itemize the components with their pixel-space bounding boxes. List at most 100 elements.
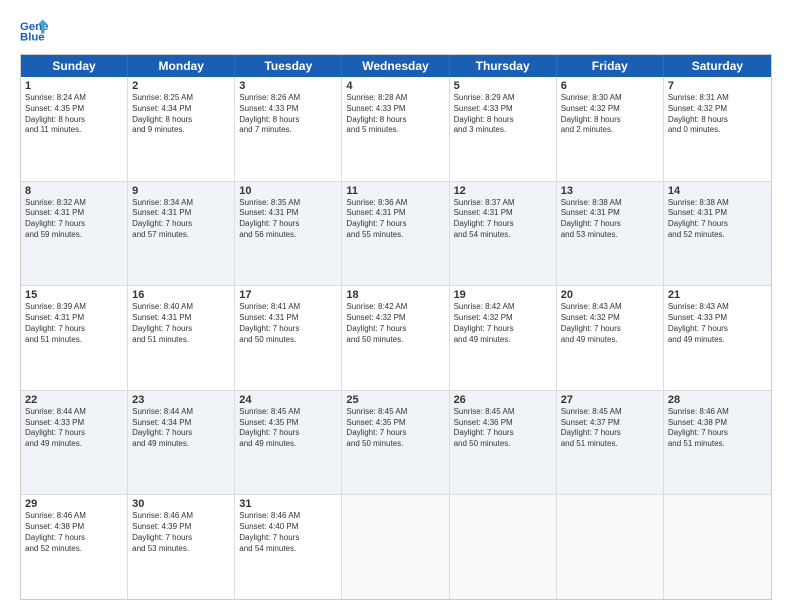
day-details: Sunrise: 8:43 AM Sunset: 4:32 PM Dayligh… — [561, 302, 659, 345]
day-number: 21 — [668, 289, 767, 301]
calendar-cell: 13Sunrise: 8:38 AM Sunset: 4:31 PM Dayli… — [557, 182, 664, 286]
day-details: Sunrise: 8:42 AM Sunset: 4:32 PM Dayligh… — [346, 302, 444, 345]
day-number: 9 — [132, 185, 230, 197]
day-number: 16 — [132, 289, 230, 301]
calendar-cell: 20Sunrise: 8:43 AM Sunset: 4:32 PM Dayli… — [557, 286, 664, 390]
day-details: Sunrise: 8:40 AM Sunset: 4:31 PM Dayligh… — [132, 302, 230, 345]
calendar-cell: 14Sunrise: 8:38 AM Sunset: 4:31 PM Dayli… — [664, 182, 771, 286]
day-details: Sunrise: 8:46 AM Sunset: 4:38 PM Dayligh… — [668, 407, 767, 450]
day-number: 28 — [668, 394, 767, 406]
day-details: Sunrise: 8:46 AM Sunset: 4:39 PM Dayligh… — [132, 511, 230, 554]
calendar-cell: 6Sunrise: 8:30 AM Sunset: 4:32 PM Daylig… — [557, 77, 664, 181]
header-cell-saturday: Saturday — [664, 55, 771, 77]
day-details: Sunrise: 8:38 AM Sunset: 4:31 PM Dayligh… — [561, 198, 659, 241]
day-number: 24 — [239, 394, 337, 406]
day-number: 26 — [454, 394, 552, 406]
day-details: Sunrise: 8:44 AM Sunset: 4:34 PM Dayligh… — [132, 407, 230, 450]
calendar-cell: 26Sunrise: 8:45 AM Sunset: 4:36 PM Dayli… — [450, 391, 557, 495]
calendar-cell: 28Sunrise: 8:46 AM Sunset: 4:38 PM Dayli… — [664, 391, 771, 495]
calendar-cell: 9Sunrise: 8:34 AM Sunset: 4:31 PM Daylig… — [128, 182, 235, 286]
day-details: Sunrise: 8:31 AM Sunset: 4:32 PM Dayligh… — [668, 93, 767, 136]
day-details: Sunrise: 8:26 AM Sunset: 4:33 PM Dayligh… — [239, 93, 337, 136]
header-cell-sunday: Sunday — [21, 55, 128, 77]
day-number: 30 — [132, 498, 230, 510]
page: General Blue SundayMondayTuesdayWednesda… — [0, 0, 792, 612]
day-details: Sunrise: 8:45 AM Sunset: 4:36 PM Dayligh… — [454, 407, 552, 450]
day-number: 22 — [25, 394, 123, 406]
day-details: Sunrise: 8:25 AM Sunset: 4:34 PM Dayligh… — [132, 93, 230, 136]
calendar-cell: 7Sunrise: 8:31 AM Sunset: 4:32 PM Daylig… — [664, 77, 771, 181]
calendar-cell: 27Sunrise: 8:45 AM Sunset: 4:37 PM Dayli… — [557, 391, 664, 495]
day-number: 18 — [346, 289, 444, 301]
calendar-cell — [557, 495, 664, 599]
calendar-row: 22Sunrise: 8:44 AM Sunset: 4:33 PM Dayli… — [21, 391, 771, 496]
day-number: 15 — [25, 289, 123, 301]
day-number: 4 — [346, 80, 444, 92]
header-cell-monday: Monday — [128, 55, 235, 77]
day-details: Sunrise: 8:43 AM Sunset: 4:33 PM Dayligh… — [668, 302, 767, 345]
day-number: 11 — [346, 185, 444, 197]
calendar-cell: 5Sunrise: 8:29 AM Sunset: 4:33 PM Daylig… — [450, 77, 557, 181]
header-cell-tuesday: Tuesday — [235, 55, 342, 77]
calendar-cell: 17Sunrise: 8:41 AM Sunset: 4:31 PM Dayli… — [235, 286, 342, 390]
calendar-cell: 30Sunrise: 8:46 AM Sunset: 4:39 PM Dayli… — [128, 495, 235, 599]
day-number: 19 — [454, 289, 552, 301]
day-details: Sunrise: 8:37 AM Sunset: 4:31 PM Dayligh… — [454, 198, 552, 241]
day-details: Sunrise: 8:42 AM Sunset: 4:32 PM Dayligh… — [454, 302, 552, 345]
day-details: Sunrise: 8:28 AM Sunset: 4:33 PM Dayligh… — [346, 93, 444, 136]
day-number: 23 — [132, 394, 230, 406]
calendar-cell: 24Sunrise: 8:45 AM Sunset: 4:35 PM Dayli… — [235, 391, 342, 495]
day-number: 5 — [454, 80, 552, 92]
calendar-row: 15Sunrise: 8:39 AM Sunset: 4:31 PM Dayli… — [21, 286, 771, 391]
calendar-header: SundayMondayTuesdayWednesdayThursdayFrid… — [21, 55, 771, 77]
logo-icon: General Blue — [20, 16, 48, 44]
day-details: Sunrise: 8:46 AM Sunset: 4:40 PM Dayligh… — [239, 511, 337, 554]
calendar-cell: 15Sunrise: 8:39 AM Sunset: 4:31 PM Dayli… — [21, 286, 128, 390]
calendar-row: 1Sunrise: 8:24 AM Sunset: 4:35 PM Daylig… — [21, 77, 771, 182]
day-number: 31 — [239, 498, 337, 510]
logo: General Blue — [20, 16, 54, 44]
svg-text:Blue: Blue — [20, 32, 45, 44]
day-number: 10 — [239, 185, 337, 197]
day-details: Sunrise: 8:45 AM Sunset: 4:35 PM Dayligh… — [239, 407, 337, 450]
calendar-cell — [450, 495, 557, 599]
day-details: Sunrise: 8:32 AM Sunset: 4:31 PM Dayligh… — [25, 198, 123, 241]
day-number: 6 — [561, 80, 659, 92]
calendar-cell: 22Sunrise: 8:44 AM Sunset: 4:33 PM Dayli… — [21, 391, 128, 495]
day-number: 25 — [346, 394, 444, 406]
day-details: Sunrise: 8:35 AM Sunset: 4:31 PM Dayligh… — [239, 198, 337, 241]
day-details: Sunrise: 8:24 AM Sunset: 4:35 PM Dayligh… — [25, 93, 123, 136]
calendar-cell: 25Sunrise: 8:45 AM Sunset: 4:35 PM Dayli… — [342, 391, 449, 495]
day-number: 20 — [561, 289, 659, 301]
calendar-cell: 29Sunrise: 8:46 AM Sunset: 4:38 PM Dayli… — [21, 495, 128, 599]
day-details: Sunrise: 8:44 AM Sunset: 4:33 PM Dayligh… — [25, 407, 123, 450]
calendar-row: 8Sunrise: 8:32 AM Sunset: 4:31 PM Daylig… — [21, 182, 771, 287]
calendar-cell: 21Sunrise: 8:43 AM Sunset: 4:33 PM Dayli… — [664, 286, 771, 390]
day-number: 8 — [25, 185, 123, 197]
calendar-cell: 18Sunrise: 8:42 AM Sunset: 4:32 PM Dayli… — [342, 286, 449, 390]
day-number: 1 — [25, 80, 123, 92]
day-details: Sunrise: 8:34 AM Sunset: 4:31 PM Dayligh… — [132, 198, 230, 241]
header: General Blue — [20, 16, 772, 44]
calendar-row: 29Sunrise: 8:46 AM Sunset: 4:38 PM Dayli… — [21, 495, 771, 599]
day-number: 7 — [668, 80, 767, 92]
day-number: 27 — [561, 394, 659, 406]
calendar-cell: 16Sunrise: 8:40 AM Sunset: 4:31 PM Dayli… — [128, 286, 235, 390]
day-number: 14 — [668, 185, 767, 197]
header-cell-friday: Friday — [557, 55, 664, 77]
calendar: SundayMondayTuesdayWednesdayThursdayFrid… — [20, 54, 772, 600]
calendar-cell — [342, 495, 449, 599]
day-details: Sunrise: 8:45 AM Sunset: 4:37 PM Dayligh… — [561, 407, 659, 450]
day-details: Sunrise: 8:29 AM Sunset: 4:33 PM Dayligh… — [454, 93, 552, 136]
calendar-cell — [664, 495, 771, 599]
day-details: Sunrise: 8:41 AM Sunset: 4:31 PM Dayligh… — [239, 302, 337, 345]
calendar-cell: 2Sunrise: 8:25 AM Sunset: 4:34 PM Daylig… — [128, 77, 235, 181]
calendar-cell: 1Sunrise: 8:24 AM Sunset: 4:35 PM Daylig… — [21, 77, 128, 181]
day-details: Sunrise: 8:45 AM Sunset: 4:35 PM Dayligh… — [346, 407, 444, 450]
calendar-body: 1Sunrise: 8:24 AM Sunset: 4:35 PM Daylig… — [21, 77, 771, 599]
calendar-cell: 12Sunrise: 8:37 AM Sunset: 4:31 PM Dayli… — [450, 182, 557, 286]
header-cell-wednesday: Wednesday — [342, 55, 449, 77]
header-cell-thursday: Thursday — [450, 55, 557, 77]
day-number: 12 — [454, 185, 552, 197]
calendar-cell: 8Sunrise: 8:32 AM Sunset: 4:31 PM Daylig… — [21, 182, 128, 286]
